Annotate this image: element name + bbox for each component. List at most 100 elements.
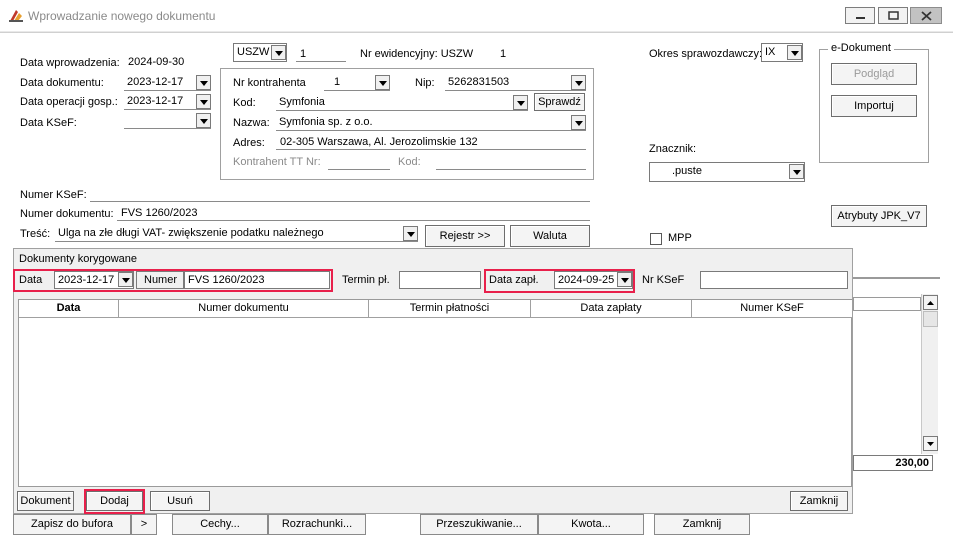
nr-ksef-label: Nr KSeF (642, 274, 685, 286)
minimize-button[interactable] (845, 7, 875, 24)
adres-label: Adres: (233, 137, 265, 149)
column-header-numer-ksef[interactable]: Numer KSeF (692, 300, 852, 318)
okres-label: Okres sprawozdawczy: (649, 48, 763, 60)
tresc-value: Ulga na złe długi VAT- zwiększenie podat… (58, 227, 324, 239)
scroll-down-button[interactable] (923, 436, 938, 451)
right-list-row[interactable] (853, 297, 921, 311)
right-separator (850, 277, 940, 279)
rejestr-number: 1 (300, 48, 307, 60)
kontrahent-tt-kod-label: Kod: (398, 156, 421, 168)
importuj-button[interactable]: Importuj (831, 95, 917, 117)
dokumenty-korygowane-panel: Dokumenty korygowane Data 2023-12-17 Num… (13, 248, 853, 514)
cechy-button[interactable]: Cechy... (172, 514, 268, 535)
chevron-down-icon[interactable] (196, 94, 211, 109)
chevron-down-icon[interactable] (513, 95, 528, 110)
atrybuty-jpk-button[interactable]: Atrybuty JPK_V7 (831, 205, 927, 227)
nip-label: Nip: (415, 77, 435, 89)
chevron-down-icon[interactable] (571, 75, 586, 90)
kwota-button[interactable]: Kwota... (538, 514, 644, 535)
korygowane-title: Dokumenty korygowane (19, 253, 138, 265)
column-header-termin[interactable]: Termin płatności (369, 300, 531, 318)
scroll-up-button[interactable] (923, 295, 938, 310)
chevron-down-icon[interactable] (789, 164, 804, 179)
podglad-button[interactable]: Podgląd (831, 63, 917, 85)
amount-field[interactable]: 230,00 (853, 455, 933, 471)
highlight-data-zapl (484, 269, 635, 293)
kod-field[interactable]: Symfonia (276, 94, 528, 111)
zamknij-panel-button[interactable]: Zamknij (790, 491, 848, 511)
znacznik-select[interactable]: .puste (649, 162, 805, 182)
waluta-button[interactable]: Waluta (510, 225, 590, 247)
data-ksef-label: Data KSeF: (20, 117, 77, 129)
adres-value: 02-305 Warszawa, Al. Jerozolimskie 132 (280, 136, 478, 148)
data-operacji-label: Data operacji gosp.: (20, 96, 118, 108)
maximize-button[interactable] (878, 7, 908, 24)
numer-ksef-field[interactable] (90, 201, 590, 202)
scrollbar[interactable] (921, 294, 938, 454)
chevron-down-icon[interactable] (196, 75, 211, 90)
chevron-down-icon[interactable] (787, 45, 802, 60)
bottom-toolbar: Zapisz do bufora > Cechy... Rozrachunki.… (0, 514, 953, 543)
nr-ksef-field[interactable] (700, 271, 848, 289)
numer-dokumentu-underline (117, 220, 590, 221)
data-dokumentu-label: Data dokumentu: (20, 77, 104, 89)
numer-dokumentu-value[interactable]: FVS 1260/2023 (121, 207, 197, 219)
korygowane-grid[interactable]: Data Numer dokumentu Termin płatności Da… (18, 299, 852, 487)
rejestr-select[interactable]: USZW (233, 43, 287, 62)
termin-label: Termin pł. (342, 274, 390, 286)
chevron-down-icon[interactable] (375, 75, 390, 90)
rejestr-value: USZW (237, 46, 270, 58)
close-button[interactable] (910, 7, 942, 24)
data-ksef-field[interactable] (124, 112, 211, 129)
chevron-down-icon[interactable] (403, 226, 418, 241)
chevron-down-icon[interactable] (571, 115, 586, 130)
okres-select[interactable]: IX (761, 43, 803, 62)
dokument-button[interactable]: Dokument (17, 491, 74, 511)
data-operacji-field[interactable]: 2023-12-17 (124, 93, 211, 110)
rejestr-button[interactable]: Rejestr >> (425, 225, 505, 247)
okres-value: IX (765, 46, 776, 58)
zamknij-button[interactable]: Zamknij (654, 514, 750, 535)
kontrahent-tt-kod-field[interactable] (436, 169, 586, 170)
tresc-label: Treść: (20, 228, 51, 240)
termin-field[interactable] (399, 271, 481, 289)
data-operacji-value: 2023-12-17 (127, 95, 184, 107)
nr-kontrahenta-value: 1 (334, 76, 341, 88)
chevron-down-icon[interactable] (196, 113, 211, 128)
data-dokumentu-value: 2023-12-17 (127, 76, 184, 88)
scroll-thumb[interactable] (923, 311, 938, 327)
przeszukiwanie-button[interactable]: Przeszukiwanie... (420, 514, 538, 535)
data-wprowadzenia-label: Data wprowadzenia: (20, 57, 120, 69)
nip-field[interactable]: 5262831503 (445, 74, 586, 91)
zapisz-more-button[interactable]: > (131, 514, 157, 535)
rejestr-number-underline (296, 61, 346, 62)
data-dokumentu-field[interactable]: 2023-12-17 (124, 74, 211, 91)
right-list[interactable] (853, 294, 938, 454)
column-header-data-zaplaty[interactable]: Data zapłaty (531, 300, 692, 318)
tresc-field[interactable]: Ulga na złe długi VAT- zwiększenie podat… (55, 225, 418, 242)
nr-ewidencyjny-label: Nr ewidencyjny: USZW (360, 48, 474, 60)
numer-dokumentu-label: Numer dokumentu: (20, 208, 114, 220)
kod-label: Kod: (233, 97, 256, 109)
mpp-label: MPP (668, 232, 692, 244)
sprawdz-button[interactable]: Sprawdź (534, 93, 585, 111)
nip-value: 5262831503 (448, 76, 510, 88)
window-title: Wprowadzanie nowego dokumentu (28, 9, 216, 23)
mpp-checkbox[interactable] (650, 233, 662, 245)
nazwa-field[interactable]: Symfonia sp. z o.o. (276, 114, 586, 131)
znacznik-label: Znacznik: (649, 143, 697, 155)
usun-button[interactable]: Usuń (150, 491, 210, 511)
kontrahent-tt-nr-field[interactable] (328, 169, 390, 170)
zapisz-do-bufora-button[interactable]: Zapisz do bufora (13, 514, 131, 535)
column-header-numer[interactable]: Numer dokumentu (119, 300, 369, 318)
title-bar: Wprowadzanie nowego dokumentu (0, 0, 953, 32)
numer-ksef-label: Numer KSeF: (20, 189, 87, 201)
highlight-data-numer (13, 269, 333, 292)
column-header-data[interactable]: Data (19, 300, 119, 318)
nazwa-label: Nazwa: (233, 117, 270, 129)
rozrachunki-button[interactable]: Rozrachunki... (268, 514, 366, 535)
data-wprowadzenia-value: 2024-09-30 (128, 56, 185, 68)
chevron-down-icon[interactable] (271, 45, 286, 60)
kod-value: Symfonia (279, 96, 325, 108)
nr-kontrahenta-field[interactable]: 1 (324, 74, 390, 91)
